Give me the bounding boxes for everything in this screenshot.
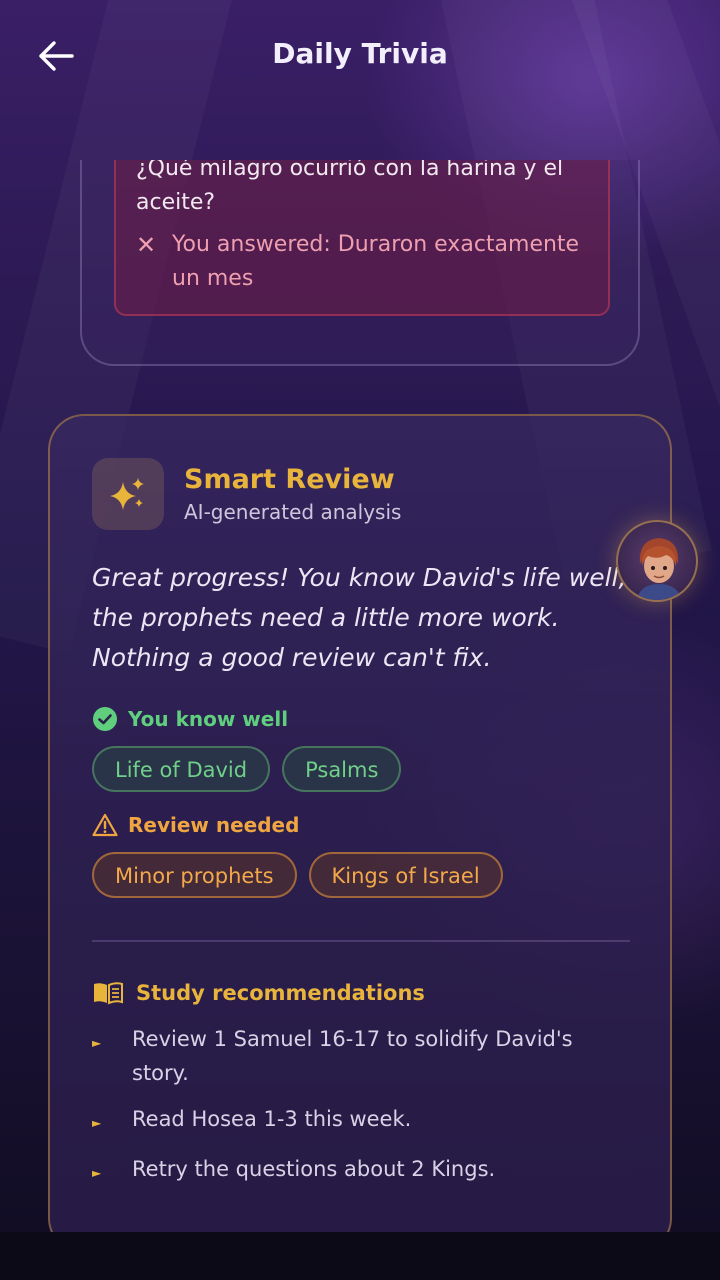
strengths-chips: Life of David Psalms xyxy=(92,746,402,792)
strength-chip[interactable]: Life of David xyxy=(92,746,271,792)
divider xyxy=(92,940,630,942)
scroll-content[interactable]: ¿Qué milagro ocurrió con la harina y el … xyxy=(0,160,720,1232)
review-summary: Great progress! You know David's life we… xyxy=(92,563,627,672)
sparkles-icon xyxy=(110,478,144,510)
warning-icon xyxy=(92,813,118,837)
list-item: ► Review 1 Samuel 16-17 to solidify Davi… xyxy=(92,1022,632,1090)
study-heading-text: Study recommendations xyxy=(136,981,425,1005)
weaknesses-chips: Minor prophets Kings of Israel xyxy=(92,852,503,898)
mascot-avatar-button[interactable] xyxy=(616,520,698,602)
weakness-chip[interactable]: Kings of Israel xyxy=(308,852,503,898)
study-heading: Study recommendations xyxy=(92,980,425,1006)
recommendation-text: Review 1 Samuel 16-17 to solidify David'… xyxy=(132,1027,573,1085)
smart-review-title: Smart Review xyxy=(184,464,395,495)
smart-review-subtitle: AI-generated analysis xyxy=(184,500,402,524)
recommendation-text: Read Hosea 1-3 this week. xyxy=(132,1107,412,1131)
header: Daily Trivia xyxy=(0,0,720,110)
strength-chip[interactable]: Psalms xyxy=(282,746,402,792)
bottom-safe-area xyxy=(0,1232,720,1280)
question-text: ¿Qué milagro ocurrió con la harina y el … xyxy=(136,160,564,215)
bullet-icon: ► xyxy=(92,1036,102,1050)
question-result-card: ¿Qué milagro ocurrió con la harina y el … xyxy=(80,160,640,366)
recommendation-text: Retry the questions about 2 Kings. xyxy=(132,1157,496,1181)
bullet-icon: ► xyxy=(92,1116,102,1130)
wrong-answer-box: ¿Qué milagro ocurrió con la harina y el … xyxy=(114,160,610,316)
x-icon: ✕ xyxy=(136,231,157,259)
strengths-heading-text: You know well xyxy=(128,707,289,731)
smart-review-card: Smart Review AI-generated analysis Great… xyxy=(48,414,672,1232)
your-answer-text: You answered: Duraron exactamente un mes xyxy=(172,232,580,291)
book-icon xyxy=(94,982,123,1005)
list-item: ► Retry the questions about 2 Kings. xyxy=(92,1152,632,1190)
list-item: ► Read Hosea 1-3 this week. xyxy=(92,1102,632,1140)
strengths-heading: You know well xyxy=(92,706,288,732)
weakness-chip[interactable]: Minor prophets xyxy=(92,852,297,898)
your-answer: ✕ You answered: Duraron exactamente un m… xyxy=(136,228,596,296)
weaknesses-heading-text: Review needed xyxy=(128,813,300,837)
recommendations-list: ► Review 1 Samuel 16-17 to solidify Davi… xyxy=(92,1022,632,1202)
bullet-icon: ► xyxy=(92,1166,102,1180)
weaknesses-heading: Review needed xyxy=(92,812,299,838)
page-title: Daily Trivia xyxy=(272,37,448,70)
sparkles-icon-box xyxy=(92,458,164,530)
check-circle-icon xyxy=(93,707,117,731)
